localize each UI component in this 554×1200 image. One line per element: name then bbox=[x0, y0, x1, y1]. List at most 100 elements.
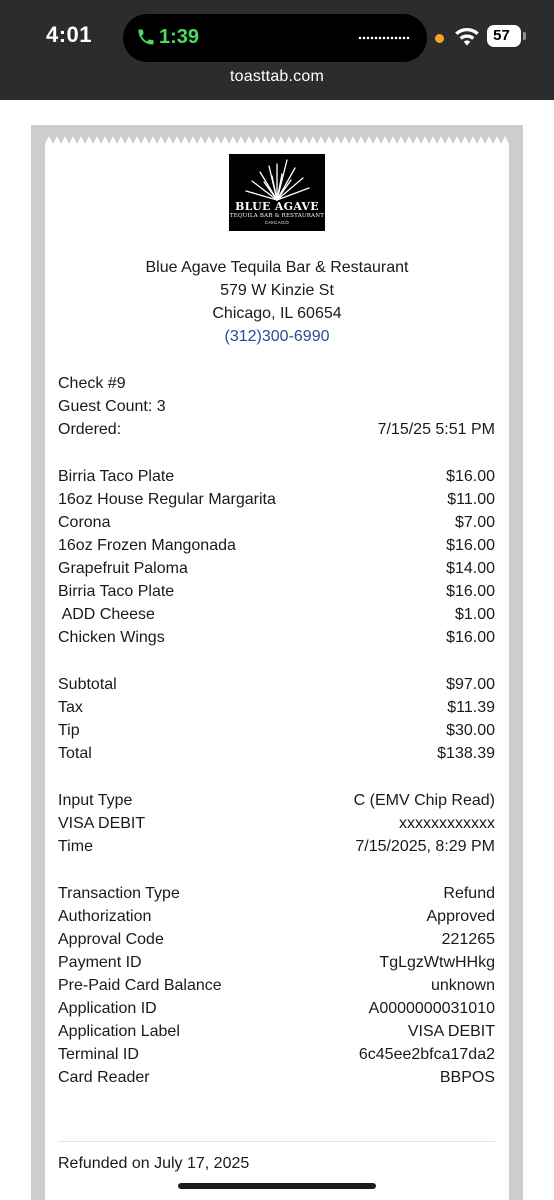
item-price: $11.00 bbox=[447, 491, 495, 508]
transaction-label: Card Reader bbox=[58, 1069, 150, 1086]
transaction-label: Terminal ID bbox=[58, 1046, 139, 1063]
transaction-value: unknown bbox=[430, 977, 495, 994]
item-price: $1.00 bbox=[454, 606, 495, 623]
tax-row: Tax $11.39 bbox=[58, 696, 495, 719]
transaction-label: Application Label bbox=[58, 1023, 180, 1040]
transaction-type-row: Transaction Type Refund bbox=[58, 882, 495, 905]
transaction-value: Approved bbox=[426, 908, 496, 925]
line-item: 16oz Frozen Mangonada $16.00 bbox=[58, 534, 495, 557]
section-divider bbox=[58, 1141, 495, 1142]
input-type-row: Input Type C (EMV Chip Read) bbox=[58, 789, 495, 812]
transaction-label: Pre-Paid Card Balance bbox=[58, 977, 222, 994]
payment-time-row: Time 7/15/2025, 8:29 PM bbox=[58, 835, 495, 858]
masked-card-number: xxxxxxxxxxxx bbox=[399, 815, 495, 832]
application-id-row: Application ID A0000000031010 bbox=[58, 997, 495, 1020]
application-label-row: Application Label VISA DEBIT bbox=[58, 1020, 495, 1043]
totals-value: $11.39 bbox=[447, 699, 495, 716]
totals-label: Total bbox=[58, 745, 92, 762]
restaurant-address-line2: Chicago, IL 60654 bbox=[212, 305, 342, 322]
status-time: 4:01 bbox=[46, 22, 93, 47]
item-price: $16.00 bbox=[446, 468, 495, 485]
line-item: Chicken Wings $16.00 bbox=[58, 626, 495, 649]
item-name: Birria Taco Plate bbox=[58, 583, 175, 600]
totals-value: $138.39 bbox=[437, 745, 495, 762]
line-item: Grapefruit Paloma $14.00 bbox=[58, 557, 495, 580]
prepaid-balance-row: Pre-Paid Card Balance unknown bbox=[58, 974, 495, 997]
item-name: Chicken Wings bbox=[58, 629, 165, 646]
battery-level: 57 bbox=[493, 27, 510, 44]
totals-label: Tip bbox=[58, 722, 80, 739]
privacy-indicator-icon bbox=[435, 34, 444, 43]
payment-id-row: Payment ID TgLgzWtwHHkg bbox=[58, 951, 495, 974]
guest-count-row: Guest Count: 3 bbox=[58, 395, 495, 418]
item-name: Grapefruit Paloma bbox=[58, 560, 188, 577]
transaction-label: Authorization bbox=[58, 908, 152, 925]
item-name: 16oz Frozen Mangonada bbox=[58, 537, 236, 554]
call-timer: 1:39 bbox=[159, 26, 200, 48]
payment-value: 7/15/2025, 8:29 PM bbox=[355, 838, 495, 855]
logo-subtitle: TEQUILA BAR & RESTAURANT bbox=[229, 213, 325, 219]
restaurant-address-line1: 579 W Kinzie St bbox=[220, 282, 334, 299]
check-number: Check #9 bbox=[58, 375, 126, 392]
transaction-label: Application ID bbox=[58, 1000, 157, 1017]
item-price: $16.00 bbox=[446, 583, 495, 600]
status-bar: 4:01 1:39 57 toasttab.com bbox=[0, 0, 554, 100]
item-price: $7.00 bbox=[454, 514, 495, 531]
line-item: Birria Taco Plate $16.00 bbox=[58, 580, 495, 603]
line-item-modifier: ADD Cheese $1.00 bbox=[58, 603, 495, 626]
logo-wordmark: BLUE AGAVE bbox=[235, 200, 319, 213]
transaction-value: 221265 bbox=[441, 931, 495, 948]
check-number-row: Check #9 bbox=[58, 372, 495, 395]
ordered-row: Ordered: 7/15/25 5:51 PM bbox=[58, 418, 495, 441]
totals-value: $30.00 bbox=[446, 722, 495, 739]
tip-row: Tip $30.00 bbox=[58, 719, 495, 742]
transaction-value: BBPOS bbox=[439, 1069, 495, 1086]
totals-label: Tax bbox=[58, 699, 83, 716]
wifi-icon bbox=[455, 27, 479, 46]
transaction-value: VISA DEBIT bbox=[407, 1023, 495, 1040]
dynamic-island[interactable]: 1:39 bbox=[123, 14, 427, 62]
item-price: $16.00 bbox=[446, 629, 495, 646]
item-name: Corona bbox=[58, 514, 111, 531]
guest-count: Guest Count: 3 bbox=[58, 398, 166, 415]
battery-cap-icon bbox=[523, 32, 526, 40]
ordered-label: Ordered: bbox=[58, 421, 122, 438]
authorization-row: Authorization Approved bbox=[58, 905, 495, 928]
total-row: Total $138.39 bbox=[58, 742, 495, 765]
totals-value: $97.00 bbox=[446, 676, 495, 693]
phone-call-icon bbox=[138, 29, 154, 45]
restaurant-phone-row: (312)300-6990 bbox=[45, 325, 509, 348]
card-reader-row: Card Reader BBPOS bbox=[58, 1066, 495, 1089]
battery-icon: 57 bbox=[487, 25, 521, 47]
audio-waveform-icon bbox=[358, 36, 410, 40]
item-name: Birria Taco Plate bbox=[58, 468, 175, 485]
refund-note: Refunded on July 17, 2025 bbox=[58, 1155, 250, 1172]
logo-city: CHICAGO bbox=[264, 220, 290, 225]
transaction-value: Refund bbox=[443, 885, 495, 902]
transaction-value: A0000000031010 bbox=[368, 1000, 495, 1017]
payment-value: C (EMV Chip Read) bbox=[353, 792, 495, 809]
transaction-value: 6c45ee2bfca17da2 bbox=[358, 1046, 495, 1063]
line-item: Corona $7.00 bbox=[58, 511, 495, 534]
restaurant-name: Blue Agave Tequila Bar & Restaurant bbox=[145, 259, 409, 276]
receipt-torn-edge bbox=[45, 136, 509, 144]
line-item: 16oz House Regular Margarita $11.00 bbox=[58, 488, 495, 511]
card-row: VISA DEBIT xxxxxxxxxxxx bbox=[58, 812, 495, 835]
item-price: $16.00 bbox=[446, 537, 495, 554]
approval-code-row: Approval Code 221265 bbox=[58, 928, 495, 951]
transaction-label: Approval Code bbox=[58, 931, 164, 948]
item-name: 16oz House Regular Margarita bbox=[58, 491, 276, 508]
address-bar-url[interactable]: toasttab.com bbox=[0, 68, 554, 86]
line-item: Birria Taco Plate $16.00 bbox=[58, 465, 495, 488]
terminal-id-row: Terminal ID 6c45ee2bfca17da2 bbox=[58, 1043, 495, 1066]
totals-label: Subtotal bbox=[58, 676, 117, 693]
ordered-value: 7/15/25 5:51 PM bbox=[377, 421, 495, 438]
restaurant-phone-link[interactable]: (312)300-6990 bbox=[225, 328, 330, 345]
transaction-label: Transaction Type bbox=[58, 885, 180, 902]
transaction-value: TgLgzWtwHHkg bbox=[379, 954, 495, 971]
home-indicator[interactable] bbox=[178, 1183, 376, 1189]
item-price: $14.00 bbox=[446, 560, 495, 577]
payment-label: Input Type bbox=[58, 792, 133, 809]
payment-label: Time bbox=[58, 838, 93, 855]
restaurant-logo: BLUE AGAVE TEQUILA BAR & RESTAURANT CHIC… bbox=[229, 154, 325, 231]
